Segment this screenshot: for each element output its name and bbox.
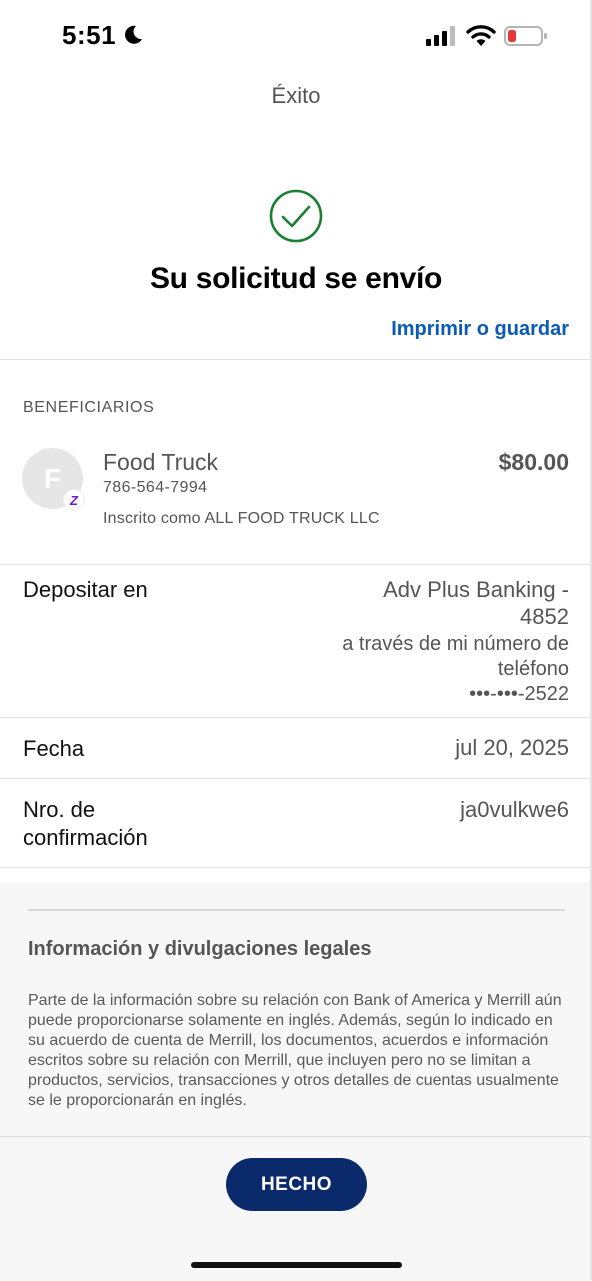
masked-phone: •••-•••-2522	[469, 683, 569, 705]
confirmation-label-line2: confirmación	[23, 825, 148, 850]
divider	[0, 778, 590, 779]
divider	[0, 717, 590, 718]
date-value: jul 20, 2025	[455, 735, 569, 760]
status-bar: 5:51	[0, 0, 592, 70]
zelle-badge-icon: Z	[64, 490, 84, 510]
section-label-recipients: BENEFICIARIOS	[23, 399, 155, 416]
done-button[interactable]: HECHO	[226, 1158, 367, 1211]
date-label: Fecha	[23, 736, 85, 761]
legal-divider	[28, 909, 565, 911]
legal-body: Parte de la información sobre su relació…	[28, 992, 562, 1109]
payee-name: Food Truck	[103, 449, 219, 475]
checkmark-circle-icon	[269, 189, 323, 243]
divider	[0, 564, 590, 565]
deposit-account-line2: 4852	[520, 604, 569, 629]
payee-enrolled-as: Inscrito como ALL FOOD TRUCK LLC	[103, 510, 380, 527]
confirmation-label-line1: Nro. de	[23, 797, 96, 822]
wifi-icon	[466, 25, 496, 46]
divider	[0, 867, 590, 868]
page-title: Éxito	[271, 83, 321, 108]
confirmation-number: ja0vulkwe6	[460, 797, 569, 822]
divider	[0, 359, 590, 360]
deposit-account-line1: Adv Plus Banking -	[383, 577, 569, 602]
legal-title: Información y divulgaciones legales	[28, 938, 372, 960]
zelle-badge-letter: Z	[70, 492, 78, 508]
battery-icon	[504, 26, 547, 46]
payee-phone: 786-564-7994	[103, 479, 208, 496]
home-indicator[interactable]	[191, 1262, 402, 1268]
payment-amount: $80.00	[498, 449, 569, 475]
deposit-label: Depositar en	[23, 577, 148, 602]
print-or-save-link[interactable]: Imprimir o guardar	[391, 318, 569, 341]
success-headline: Su solicitud se envío	[149, 262, 443, 295]
deposit-via-line1: a través de mi número de	[342, 633, 569, 655]
cellular-signal-icon	[426, 26, 455, 46]
moon-icon	[125, 25, 142, 44]
deposit-via-line2: teléfono	[497, 658, 569, 680]
status-time: 5:51	[62, 20, 117, 50]
